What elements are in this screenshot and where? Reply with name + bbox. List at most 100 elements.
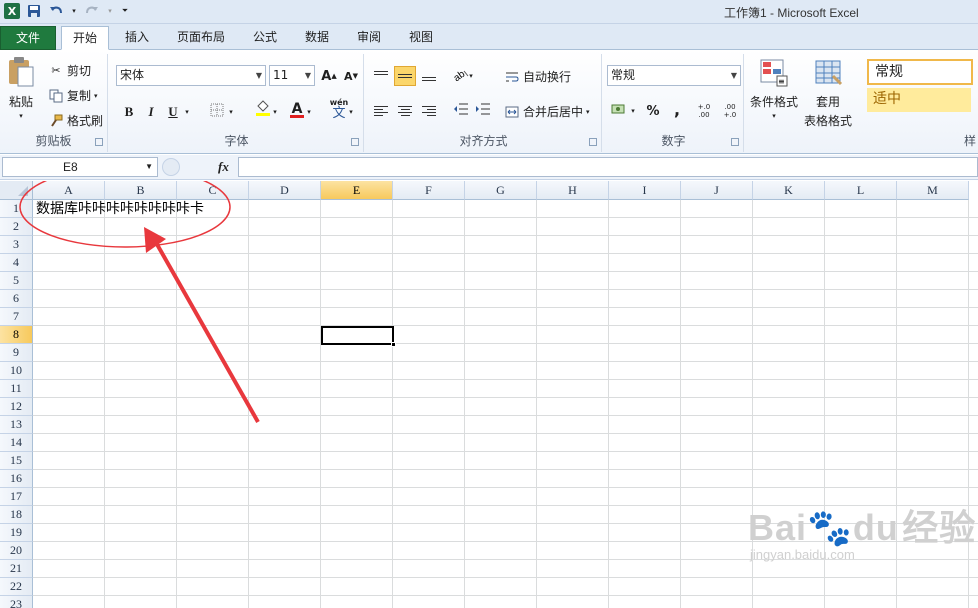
redo-icon[interactable] [84,3,100,19]
orientation-dropdown-icon[interactable]: ▾ [466,66,476,86]
number-group: 常规 ▼ ▾ % , +.0 .00 .00 +.0 数字 [604,54,744,152]
align-center-button[interactable] [394,101,416,121]
phonetic-dropdown-icon[interactable]: ▾ [346,102,356,122]
underline-button[interactable]: U [162,102,184,122]
tab-page-layout[interactable]: 页面布局 [166,26,236,50]
border-button[interactable] [206,102,228,122]
name-box[interactable]: E8 ▼ [2,157,158,177]
save-icon[interactable] [26,3,42,19]
font-name-value: 宋体 [120,68,145,82]
font-size-combo[interactable]: 11 ▼ [269,65,315,86]
align-bottom-icon [422,71,436,81]
paste-icon [6,56,36,91]
font-name-dropdown-icon: ▼ [255,71,262,80]
worksheet-grid[interactable]: ABCDEFGHIJKLM 1 2 3 4 5 6 7 8 9 10 11 12 13 14 15 16 17 1… [0,181,978,608]
tab-file[interactable]: 文件 [0,26,56,50]
table-format-icon [813,58,843,91]
tab-review[interactable]: 审阅 [346,26,392,50]
underline-dropdown-icon[interactable]: ▾ [182,102,192,122]
accounting-format-button[interactable] [608,101,630,121]
align-right-button[interactable] [418,101,440,121]
tab-home[interactable]: 开始 [61,26,109,50]
scissors-icon: ✂ [51,64,61,77]
fill-dropdown-icon[interactable]: ▾ [270,102,280,122]
merge-center-label: 合并后居中 [523,105,584,119]
alignment-launcher-icon[interactable] [589,138,597,146]
font-color-dropdown-icon[interactable]: ▾ [304,102,314,122]
number-launcher-icon[interactable] [731,138,739,146]
watermark-brand-end: du [852,507,899,548]
tab-formulas[interactable]: 公式 [242,26,288,50]
number-format-combo[interactable]: 常规 ▼ [607,65,741,86]
cut-label: 剪切 [67,64,92,78]
excel-logo-icon[interactable]: X [4,3,20,19]
decrease-indent-button[interactable] [450,101,472,121]
bold-button[interactable]: B [118,102,140,122]
insert-function-button[interactable]: fx [218,159,229,175]
watermark-url: jingyan.baidu.com [750,547,855,562]
align-bottom-button[interactable] [418,66,440,86]
undo-dropdown-icon[interactable]: ▾ [70,3,78,19]
wrap-text-button[interactable]: 自动换行 [504,68,571,85]
copy-button[interactable]: 复制 ▾ [48,87,98,104]
styles-group-label: 样 [963,134,976,148]
cut-button[interactable]: ✂ 剪切 [48,62,91,79]
tab-data[interactable]: 数据 [294,26,340,50]
font-launcher-icon[interactable] [351,138,359,146]
merge-center-icon [504,104,520,120]
percent-button[interactable]: % [642,101,664,121]
align-right-icon [422,106,436,116]
alignment-group-label: 对齐方式 [459,134,508,148]
merge-dropdown-icon: ▾ [586,107,590,116]
italic-button[interactable]: I [140,102,162,122]
border-dropdown-icon[interactable]: ▾ [226,102,236,122]
conditional-format-button[interactable]: ≡ 条件格式 ▾ [750,58,798,120]
increase-indent-icon [475,102,491,120]
svg-text:≡: ≡ [778,77,785,86]
tab-view[interactable]: 视图 [398,26,444,50]
decrease-arrow-icon: ▼ [352,72,358,80]
align-top-button[interactable] [370,66,392,86]
paste-dropdown-icon: ▾ [19,112,23,120]
conditional-format-dropdown-icon: ▾ [772,112,776,120]
decrease-font-button[interactable]: A ▼ [340,66,362,86]
wrap-text-icon [504,69,520,85]
format-painter-button[interactable]: 格式刷 [48,112,103,129]
increase-arrow-icon: ▲ [331,72,337,80]
format-as-table-button[interactable]: 套用 表格格式 [804,58,852,129]
font-name-combo[interactable]: 宋体 ▼ [116,65,266,86]
annotation-arrow-shaft [152,238,260,423]
annotation-ellipse [19,181,231,248]
align-middle-button[interactable] [394,66,416,86]
font-size-value: 11 [273,68,289,82]
align-left-button[interactable] [370,101,392,121]
undo-icon[interactable] [48,3,64,19]
redo-dropdown-icon[interactable]: ▾ [106,3,114,19]
accounting-dropdown-icon[interactable]: ▾ [628,101,638,121]
copy-dropdown-icon: ▾ [94,91,98,100]
paste-button[interactable]: 粘贴 ▾ [6,56,36,120]
cell-style-neutral[interactable]: 适中 [867,88,971,112]
clipboard-launcher-icon[interactable] [95,138,103,146]
watermark-brand: Bai [748,507,808,548]
currency-icon [611,102,627,120]
formula-input[interactable] [238,157,978,177]
name-box-value: E8 [63,160,78,174]
quick-access-toolbar: X ▾ ▾ ⏷ [4,3,130,19]
alignment-group: ab ▾ 自动换行 合并后居中 ▾ 对齐方式 [366,54,602,152]
format-as-table-label-1: 套用 [816,95,841,109]
merge-center-button[interactable]: 合并后居中 ▾ [504,103,590,120]
increase-indent-button[interactable] [472,101,494,121]
decrease-decimal-button[interactable]: .00 +.0 [718,101,742,121]
title-bar: X ▾ ▾ ⏷ 工作簿1 - Microsoft Excel [0,0,978,24]
increase-font-button[interactable]: A ▲ [318,66,340,86]
font-color-letter: A [291,100,303,117]
tab-insert[interactable]: 插入 [114,26,160,50]
formula-bar-splitter-icon[interactable] [162,158,180,176]
increase-decimal-button[interactable]: +.0 .00 [692,101,716,121]
comma-button[interactable]: , [666,99,688,119]
customize-qat-icon[interactable]: ⏷ [120,3,130,19]
paw-icon: 🐾 [807,507,853,548]
cell-style-normal[interactable]: 常规 [867,59,973,85]
increase-font-label: A [321,68,332,84]
